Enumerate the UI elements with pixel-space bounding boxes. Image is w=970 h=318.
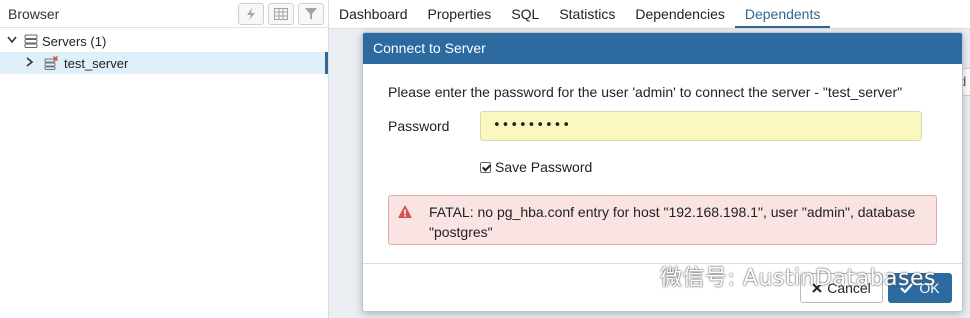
warning-icon [398, 205, 412, 218]
watermark-text: 微信号: AustinDatabases [660, 266, 936, 291]
browser-title: Browser [8, 5, 60, 22]
tree-item-test-server[interactable]: test_server [0, 52, 328, 74]
filter-icon [305, 7, 317, 20]
password-field[interactable]: ••••••••• [480, 111, 922, 141]
chevron-right-icon[interactable] [24, 56, 36, 70]
save-password-checkbox[interactable] [480, 161, 491, 173]
save-password-row[interactable]: Save Password [480, 159, 592, 175]
error-message: FATAL: no pg_hba.conf entry for host "19… [429, 204, 916, 240]
browser-header: Browser [0, 0, 328, 28]
table-icon [274, 7, 288, 20]
tree-item-servers[interactable]: Servers (1) [0, 30, 328, 52]
save-password-label: Save Password [495, 159, 593, 175]
lightning-icon [247, 7, 255, 20]
browser-panel: Browser Servers (1) test_server [0, 0, 329, 318]
dialog-message: Please enter the password for the user '… [388, 84, 903, 100]
filter-button[interactable] [298, 2, 324, 25]
wechat-icon [619, 264, 650, 287]
tree-item-label: test_server [64, 55, 129, 71]
tab-sql[interactable]: SQL [501, 1, 549, 28]
view-data-button[interactable] [268, 2, 294, 25]
tab-dependencies[interactable]: Dependencies [625, 1, 735, 28]
tab-properties[interactable]: Properties [418, 1, 502, 28]
tab-statistics[interactable]: Statistics [549, 1, 625, 28]
server-disconnected-icon [44, 56, 59, 70]
query-tool-button[interactable] [238, 2, 264, 25]
password-label: Password [388, 118, 450, 134]
error-alert: FATAL: no pg_hba.conf entry for host "19… [388, 195, 937, 245]
tab-bar: Dashboard Properties SQL Statistics Depe… [329, 0, 970, 29]
tab-dependents[interactable]: Dependents [734, 1, 831, 28]
tree-item-label: Servers (1) [42, 33, 107, 49]
tab-dashboard[interactable]: Dashboard [329, 1, 418, 28]
chevron-down-icon[interactable] [6, 36, 18, 47]
server-group-icon [24, 34, 38, 48]
dialog-title[interactable]: Connect to Server [363, 33, 962, 64]
watermark: 微信号: AustinDatabases [618, 260, 936, 292]
